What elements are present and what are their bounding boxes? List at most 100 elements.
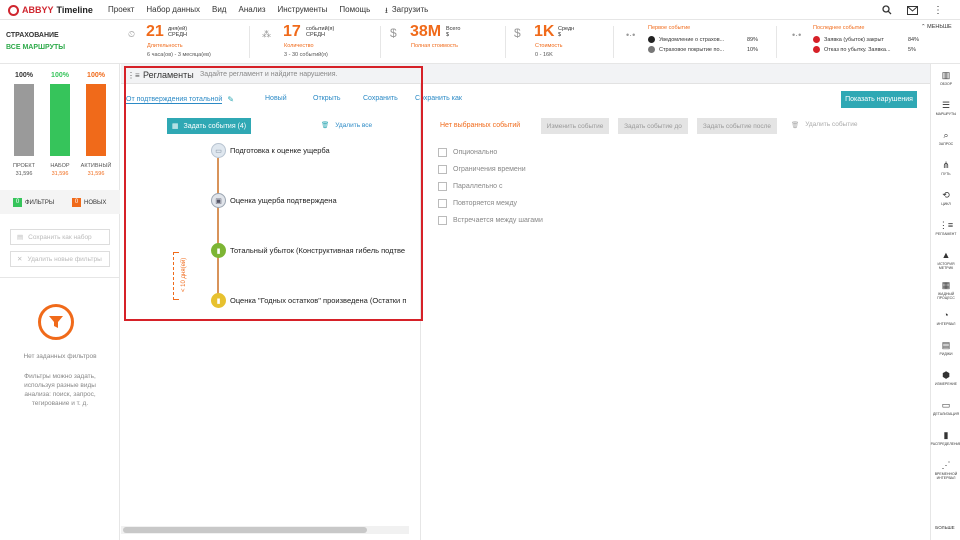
filters-chip[interactable]: 0 ФИЛЬТРЫ bbox=[13, 198, 54, 207]
kpi-divider bbox=[380, 26, 381, 58]
toolbar-item-history-metric[interactable]: ▲ ИСТОРИЯ МЕТРИК bbox=[931, 250, 960, 270]
product-name: Timeline bbox=[56, 5, 93, 15]
project-bar[interactable] bbox=[14, 84, 34, 156]
scrollbar-thumb[interactable] bbox=[123, 527, 367, 533]
menu-tools[interactable]: Инструменты bbox=[278, 5, 328, 14]
menu-view[interactable]: Вид bbox=[212, 5, 226, 14]
toolbar-item-regulation[interactable]: ⋮≡ РЕГЛАМЕНТ bbox=[931, 220, 960, 236]
active-bar[interactable] bbox=[86, 84, 106, 156]
menu-analysis[interactable]: Анализ bbox=[238, 5, 265, 14]
checkbox[interactable] bbox=[438, 165, 447, 174]
checkbox[interactable] bbox=[438, 216, 447, 225]
duration-unit: дня(ей) СРЕДН bbox=[168, 26, 188, 38]
dataset-value: 31,596 bbox=[51, 171, 69, 177]
menu-dataset[interactable]: Набор данных bbox=[146, 5, 200, 14]
task-miner-icon: ▦ bbox=[941, 280, 951, 290]
measure-icon: ⬢ bbox=[942, 370, 950, 380]
toolbar-item-label: ИЗМЕРЕНИЕ bbox=[935, 382, 957, 386]
kpi-divider bbox=[505, 26, 506, 58]
abbyy-logo-icon bbox=[8, 4, 19, 16]
total-cost-unit: Всего $ bbox=[446, 26, 461, 38]
toolbar-item-time-interval[interactable]: ⋰ ВРЕМЕННОЙ ИНТЕРВАЛ bbox=[931, 460, 960, 480]
toolbar-item-path[interactable]: ⋔ ПУТЬ bbox=[931, 160, 960, 176]
count-unit: событий(я) СРЕДН bbox=[306, 26, 335, 38]
horizontal-scrollbar[interactable] bbox=[121, 526, 409, 534]
add-event-before-button[interactable]: Задать событие до bbox=[618, 118, 688, 134]
time-limits-checkbox[interactable]: Ограничения времени bbox=[438, 165, 526, 174]
count-value: 17 bbox=[283, 23, 301, 40]
kpi-divider bbox=[613, 26, 614, 58]
parallel-checkbox[interactable]: Параллельно с bbox=[438, 182, 502, 191]
optional-checkbox[interactable]: Опционально bbox=[438, 148, 497, 157]
toolbar-item-interval[interactable]: ◔ ИНТЕРВАЛ bbox=[931, 310, 960, 326]
toolbar-item-overview[interactable]: ▥ ОБЗОР bbox=[931, 70, 960, 86]
duration-value: 21 bbox=[146, 23, 164, 40]
less-toggle[interactable]: ⌃ МЕНЬШЕ bbox=[921, 24, 952, 30]
menu-help[interactable]: Помощь bbox=[339, 5, 370, 14]
kpi-divider bbox=[249, 26, 250, 58]
more-tools-button[interactable]: БОЛЬШЕ bbox=[930, 525, 960, 530]
bell-icon bbox=[648, 36, 655, 43]
menu-project[interactable]: Проект bbox=[108, 5, 134, 14]
add-event-after-button[interactable]: Задать событие после bbox=[697, 118, 777, 134]
total-cost-icon: $ bbox=[390, 26, 397, 40]
detail-icon: ▭ bbox=[941, 400, 951, 410]
delete-new-filters-button[interactable]: ✕ Удалить новые фильтры bbox=[10, 251, 110, 267]
shield-icon bbox=[648, 46, 655, 53]
toolbar-item-rhythm[interactable]: ▤ РИДЖИ bbox=[931, 340, 960, 356]
toolbar-item-label: ЗАПРОС bbox=[938, 142, 954, 146]
between-steps-checkbox[interactable]: Встречается между шагами bbox=[438, 216, 543, 225]
top-menu-bar: ABBYY Timeline Проект Набор данных Вид А… bbox=[0, 0, 960, 20]
upload-icon: ⭳ bbox=[385, 6, 388, 15]
save-as-set-button[interactable]: ▤ Сохранить как набор bbox=[10, 229, 110, 245]
delete-event-button[interactable]: 🗑 Удалить событие bbox=[791, 121, 857, 129]
project-title: СТРАХОВАНИЕ bbox=[6, 32, 59, 39]
toolbar-item-loops[interactable]: ⟲ ЦИКЛ bbox=[931, 190, 960, 206]
checkbox[interactable] bbox=[438, 199, 447, 208]
analysis-toolbar: ▥ ОБЗОР ☰ МАРШРУТЫ ⌕ ЗАПРОС ⋔ ПУТЬ ⟲ ЦИКЛ ⋮≡ РЕГЛАМ… bbox=[930, 64, 960, 540]
mail-icon[interactable] bbox=[906, 4, 918, 16]
edit-event-button[interactable]: Изменить событие bbox=[541, 118, 609, 134]
count-range: 3 - 30 событий(я) bbox=[284, 52, 328, 58]
regulation-icon: ⋮≡ bbox=[938, 220, 954, 230]
funnel-icon bbox=[38, 304, 74, 340]
count-icon: ⁂ bbox=[262, 29, 271, 39]
interval-icon: ◔ bbox=[943, 310, 949, 320]
new-chip[interactable]: 0 НОВЫХ bbox=[72, 198, 106, 207]
checkbox[interactable] bbox=[438, 148, 447, 157]
repeats-checkbox[interactable]: Повторяется между bbox=[438, 199, 517, 208]
dataset-bar[interactable] bbox=[50, 84, 70, 156]
last-event-row[interactable]: Отказ по убытку. Заявка... 5% bbox=[813, 46, 916, 53]
highlight-box bbox=[124, 66, 423, 321]
toolbar-item-distribution[interactable]: ▮ РАСПРЕДЕЛЕНИЕ bbox=[931, 430, 960, 446]
first-event-icon: •·• bbox=[626, 30, 636, 40]
routes-subtitle[interactable]: ВСЕ МАРШРУТЫ bbox=[6, 44, 65, 51]
brand-name: ABBYY bbox=[22, 5, 54, 15]
no-filters-text: Нет заданных фильтров bbox=[23, 353, 97, 360]
upload-button[interactable]: ⭳ Загрузить bbox=[385, 5, 428, 19]
first-event-row[interactable]: Уведомление о страхов... 89% bbox=[648, 36, 758, 43]
total-cost-label: Полная стоимость bbox=[411, 43, 459, 49]
no-selected-events: Нет выбранных событий bbox=[440, 122, 521, 129]
toolbar-item-detail[interactable]: ▭ ДЕТАЛИЗАЦИЯ bbox=[931, 400, 960, 416]
toolbar-item-measure[interactable]: ⬢ ИЗМЕРЕНИЕ bbox=[931, 370, 960, 386]
toolbar-item-label: ИНТЕРВАЛ bbox=[936, 322, 956, 326]
filters-hint: Фильтры можно задать, используя разные в… bbox=[24, 373, 96, 407]
duration-label: Длительность bbox=[147, 43, 183, 49]
search-icon[interactable] bbox=[881, 4, 893, 16]
last-event-row[interactable]: Заявка (убыток) закрыт 84% bbox=[813, 36, 919, 43]
dataset-label: НАБОР bbox=[50, 163, 70, 169]
toolbar-item-query[interactable]: ⌕ ЗАПРОС bbox=[931, 130, 960, 146]
main-menu: Проект Набор данных Вид Анализ Инструмен… bbox=[108, 5, 370, 14]
loops-icon: ⟲ bbox=[942, 190, 950, 200]
toolbar-item-routes[interactable]: ☰ МАРШРУТЫ bbox=[931, 100, 960, 116]
toolbar-item-task-miner[interactable]: ▦ ЖАДНЫЙ ПРОЦЕСС bbox=[931, 280, 960, 300]
checkbox[interactable] bbox=[438, 182, 447, 191]
first-event-row[interactable]: Страховое покрытие по... 10% bbox=[648, 46, 758, 53]
toolbar-item-label: ВРЕМЕННОЙ ИНТЕРВАЛ bbox=[934, 472, 958, 480]
toolbar-item-label: МАРШРУТЫ bbox=[935, 112, 957, 116]
close-icon: ✕ bbox=[17, 256, 23, 263]
rhythm-icon: ▤ bbox=[941, 340, 951, 350]
show-violations-button[interactable]: Показать нарушения bbox=[841, 91, 917, 108]
more-vertical-icon[interactable]: ⋮ bbox=[932, 4, 944, 16]
